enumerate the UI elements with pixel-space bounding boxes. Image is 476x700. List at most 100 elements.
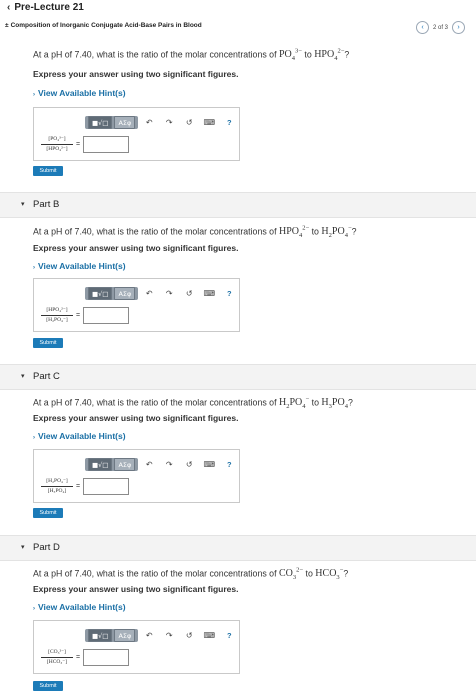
caret-down-icon: ▾ bbox=[21, 544, 25, 551]
chevron-left-icon: ‹ bbox=[421, 24, 424, 31]
hint-link[interactable]: › View Available Hint(s) bbox=[33, 88, 126, 98]
help-icon[interactable]: ? bbox=[222, 116, 236, 129]
redo-icon[interactable]: ↷ bbox=[162, 629, 176, 642]
submit-button[interactable]: Submit bbox=[33, 681, 63, 691]
ratio-fraction: [H₂PO₄⁻] [H₃PO₄] bbox=[41, 478, 73, 495]
greek-symbols-button[interactable]: AΣφ bbox=[114, 287, 136, 300]
part-label: Part B bbox=[33, 199, 60, 210]
greek-symbols-button[interactable]: AΣφ bbox=[114, 629, 136, 642]
caret-down-icon: ▾ bbox=[21, 373, 25, 380]
hint-link[interactable]: › View Available Hint(s) bbox=[33, 602, 126, 612]
reset-icon[interactable]: ↺ bbox=[182, 287, 196, 300]
submit-button[interactable]: Submit bbox=[33, 166, 63, 176]
chevron-right-icon: › bbox=[457, 24, 460, 31]
redo-icon[interactable]: ↷ bbox=[162, 116, 176, 129]
ratio-fraction: [CO₃²⁻] [HCO₃⁻] bbox=[41, 649, 73, 666]
redo-icon[interactable]: ↷ bbox=[162, 458, 176, 471]
math-toolbar: ■√□ AΣφ ↶ ↷ ↺ ⌨ ? bbox=[85, 629, 242, 642]
fraction-bar bbox=[41, 657, 73, 658]
reset-icon[interactable]: ↺ bbox=[182, 629, 196, 642]
instruction-text: Express your answer using two significan… bbox=[33, 584, 239, 594]
chem-formula: HPO42− bbox=[278, 225, 310, 240]
instruction-text: Express your answer using two significan… bbox=[33, 69, 239, 79]
fraction-bar bbox=[41, 486, 73, 487]
templates-button[interactable]: ■√□ bbox=[88, 458, 113, 471]
triangle-right-icon: › bbox=[33, 606, 35, 612]
greek-symbols-button[interactable]: AΣφ bbox=[114, 116, 136, 129]
ratio-fraction: [HPO₄²⁻] [H₂PO₄⁻] bbox=[41, 307, 73, 324]
help-icon[interactable]: ? bbox=[222, 458, 236, 471]
part-header[interactable]: ▾ Part C bbox=[0, 364, 476, 390]
instruction-text: Express your answer using two significan… bbox=[33, 243, 239, 253]
caret-down-icon: ▾ bbox=[21, 201, 25, 208]
submit-button[interactable]: Submit bbox=[33, 508, 63, 518]
submit-button[interactable]: Submit bbox=[33, 338, 63, 348]
question-prefix: At a pH of 7.40, what is the ratio of th… bbox=[33, 226, 277, 237]
keyboard-icon[interactable]: ⌨ bbox=[202, 458, 216, 471]
toolbar-group: ■√□ AΣφ bbox=[85, 287, 139, 300]
part-header[interactable]: ▾ Part D bbox=[0, 535, 476, 561]
math-toolbar: ■√□ AΣφ ↶ ↷ ↺ ⌨ ? bbox=[85, 458, 242, 471]
chem-formula: H2PO4− bbox=[278, 396, 310, 411]
question-text: At a pH of 7.40, what is the ratio of th… bbox=[33, 225, 357, 239]
next-page-button[interactable]: › bbox=[452, 21, 465, 34]
toolbar-group: ■√□ AΣφ bbox=[85, 629, 139, 642]
question-prefix: At a pH of 7.40, what is the ratio of th… bbox=[33, 397, 277, 408]
equals-sign: = bbox=[76, 654, 81, 661]
undo-icon[interactable]: ↶ bbox=[142, 116, 156, 129]
redo-icon[interactable]: ↷ bbox=[162, 287, 176, 300]
fraction-bar bbox=[41, 315, 73, 316]
back-link-label: Pre-Lecture 21 bbox=[14, 2, 84, 13]
fraction-denominator: [HPO₄²⁻] bbox=[46, 146, 68, 152]
keyboard-icon[interactable]: ⌨ bbox=[202, 116, 216, 129]
templates-button[interactable]: ■√□ bbox=[88, 287, 113, 300]
triangle-right-icon: › bbox=[33, 92, 35, 98]
reset-icon[interactable]: ↺ bbox=[182, 458, 196, 471]
answer-input[interactable] bbox=[83, 649, 129, 666]
undo-icon[interactable]: ↶ bbox=[142, 458, 156, 471]
help-icon[interactable]: ? bbox=[222, 629, 236, 642]
chem-formula: H2PO4− bbox=[321, 225, 352, 240]
triangle-right-icon: › bbox=[33, 435, 35, 441]
instruction-text: Express your answer using two significan… bbox=[33, 413, 239, 423]
help-icon[interactable]: ? bbox=[222, 287, 236, 300]
question-text: At a pH of 7.40, what is the ratio of th… bbox=[33, 567, 348, 581]
question-mid: to bbox=[304, 49, 312, 60]
keyboard-icon[interactable]: ⌨ bbox=[202, 629, 216, 642]
equals-sign: = bbox=[76, 312, 81, 319]
question-mid: to bbox=[305, 568, 313, 579]
toolbar-group: ■√□ AΣφ bbox=[85, 116, 139, 129]
answer-box: ■√□ AΣφ ↶ ↷ ↺ ⌨ ? [H₂PO₄⁻] [H₃PO₄] = bbox=[33, 449, 240, 503]
question-text: At a pH of 7.40, what is the ratio of th… bbox=[33, 396, 353, 410]
question-prefix: At a pH of 7.40, what is the ratio of th… bbox=[33, 568, 277, 579]
question-suffix: ? bbox=[347, 397, 353, 408]
part-header[interactable]: ▾ Part B bbox=[0, 192, 476, 218]
triangle-right-icon: › bbox=[33, 265, 35, 271]
ratio-fraction: [PO₄³⁻] [HPO₄²⁻] bbox=[41, 136, 73, 153]
chem-formula: H3PO4 bbox=[321, 397, 348, 411]
answer-box: ■√□ AΣφ ↶ ↷ ↺ ⌨ ? [PO₄³⁻] [HPO₄²⁻] = bbox=[33, 107, 240, 161]
question-suffix: ? bbox=[343, 568, 349, 579]
hint-link[interactable]: › View Available Hint(s) bbox=[33, 431, 126, 441]
prev-page-button[interactable]: ‹ bbox=[415, 21, 429, 34]
greek-symbols-button[interactable]: AΣφ bbox=[114, 458, 136, 471]
back-link[interactable]: ‹ Pre-Lecture 21 bbox=[7, 2, 84, 13]
answer-input[interactable] bbox=[83, 478, 129, 495]
pager-text: 2 of 3 bbox=[432, 24, 448, 31]
fraction-denominator: [H₂PO₄⁻] bbox=[46, 317, 68, 323]
hint-label: View Available Hint(s) bbox=[38, 88, 126, 98]
answer-input[interactable] bbox=[83, 307, 129, 324]
reset-icon[interactable]: ↺ bbox=[182, 116, 196, 129]
chem-formula: HCO3− bbox=[315, 567, 344, 582]
hint-label: View Available Hint(s) bbox=[38, 431, 126, 441]
answer-input[interactable] bbox=[83, 136, 129, 153]
hint-link[interactable]: › View Available Hint(s) bbox=[33, 261, 126, 271]
undo-icon[interactable]: ↶ bbox=[142, 287, 156, 300]
templates-button[interactable]: ■√□ bbox=[88, 116, 113, 129]
keyboard-icon[interactable]: ⌨ bbox=[202, 287, 216, 300]
assignment-title-text: Composition of Inorganic Conjugate Acid-… bbox=[10, 22, 202, 29]
question-mid: to bbox=[311, 226, 319, 237]
undo-icon[interactable]: ↶ bbox=[142, 629, 156, 642]
chem-formula: HPO42− bbox=[314, 48, 345, 63]
templates-button[interactable]: ■√□ bbox=[88, 629, 113, 642]
